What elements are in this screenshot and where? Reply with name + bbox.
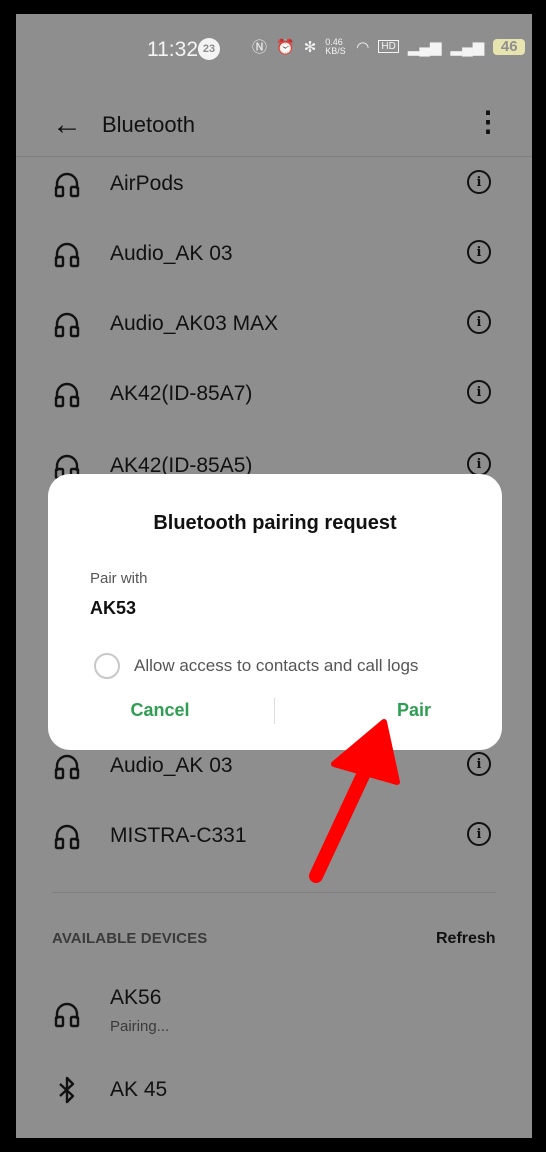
device-info-icon[interactable]: i [467, 452, 491, 476]
allow-access-label[interactable]: Allow access to contacts and call logs [134, 656, 418, 676]
device-info-icon[interactable]: i [467, 752, 491, 776]
paired-device-row[interactable]: AirPods i [16, 158, 532, 214]
refresh-button[interactable]: Refresh [436, 930, 496, 948]
notification-count-badge: 23 [198, 38, 220, 60]
device-name: Audio_AK 03 [110, 754, 233, 777]
available-device-name: AK 45 [110, 1078, 168, 1101]
button-divider [274, 698, 275, 724]
pairing-status: Pairing... [110, 1018, 170, 1035]
headphones-icon [54, 824, 80, 850]
headphones-icon [54, 1002, 80, 1028]
paired-device-row[interactable]: MISTRA-C331 i [16, 810, 532, 866]
back-arrow-icon[interactable]: ← [52, 108, 82, 142]
device-frame: 11:32 23 Ⓝ ⏰ ✻ 0.46 KB/S ◠ HD ▂▄▆ ▂▄▆ 46… [0, 0, 546, 1152]
headphones-icon [54, 312, 80, 338]
headphones-icon [54, 382, 80, 408]
hd-icon: HD [378, 40, 399, 53]
headphones-icon [54, 242, 80, 268]
signal-4g-icon: ▂▄▆ [450, 38, 485, 56]
device-name: MISTRA-C331 [110, 824, 247, 847]
nfc-icon: Ⓝ [252, 39, 268, 56]
status-time: 11:32 [147, 38, 198, 61]
alarm-icon: ⏰ [276, 38, 295, 56]
wifi-icon: ◠ [356, 38, 370, 56]
page-title: Bluetooth [102, 112, 195, 137]
available-devices-heading: AVAILABLE DEVICES [52, 930, 208, 947]
more-options-icon[interactable]: ⋮ [474, 108, 502, 136]
paired-device-row[interactable]: AK42(ID-85A7) i [16, 368, 532, 424]
signal-5g-icon: ▂▄▆ [407, 38, 442, 56]
headphones-icon [54, 754, 80, 780]
battery-icon: 46 [493, 38, 526, 55]
device-name: Audio_AK03 MAX [110, 312, 279, 335]
status-icons: Ⓝ ⏰ ✻ 0.46 KB/S ◠ HD ▂▄▆ ▂▄▆ 46 [252, 36, 526, 57]
bluetooth-icon [59, 1076, 75, 1104]
pair-with-label: Pair with [90, 570, 148, 587]
available-device-ak45[interactable]: AK 45 [16, 1066, 532, 1122]
paired-device-row[interactable]: Audio_AK 03 i [16, 228, 532, 284]
available-device-ak56[interactable]: AK56 Pairing... [16, 980, 532, 1052]
device-info-icon[interactable]: i [467, 170, 491, 194]
device-info-icon[interactable]: i [467, 380, 491, 404]
device-info-icon[interactable]: i [467, 310, 491, 334]
app-header: ← Bluetooth ⋮ [16, 98, 532, 154]
available-device-name: AK56 [110, 986, 162, 1009]
phone-screen: 11:32 23 Ⓝ ⏰ ✻ 0.46 KB/S ◠ HD ▂▄▆ ▂▄▆ 46… [16, 14, 532, 1138]
device-name: AirPods [110, 172, 184, 195]
allow-access-checkbox[interactable] [94, 653, 120, 679]
bluetooth-status-icon: ✻ [303, 38, 317, 56]
net-speed-text: 0.46 KB/S [325, 36, 346, 56]
dialog-title: Bluetooth pairing request [153, 512, 397, 534]
header-divider [16, 156, 532, 157]
pair-button[interactable]: Pair [354, 700, 474, 721]
pair-device-name: AK53 [90, 598, 137, 618]
device-name: AK42(ID-85A7) [110, 382, 253, 405]
device-name: Audio_AK 03 [110, 242, 233, 265]
device-info-icon[interactable]: i [467, 822, 491, 846]
section-divider [52, 892, 496, 893]
pairing-dialog: Bluetooth pairing request Pair with AK53… [48, 474, 502, 750]
headphones-icon [54, 172, 80, 198]
status-bar: 11:32 23 Ⓝ ⏰ ✻ 0.46 KB/S ◠ HD ▂▄▆ ▂▄▆ 46 [16, 14, 532, 78]
paired-device-row[interactable]: Audio_AK03 MAX i [16, 298, 532, 354]
cancel-button[interactable]: Cancel [98, 700, 222, 721]
device-info-icon[interactable]: i [467, 240, 491, 264]
